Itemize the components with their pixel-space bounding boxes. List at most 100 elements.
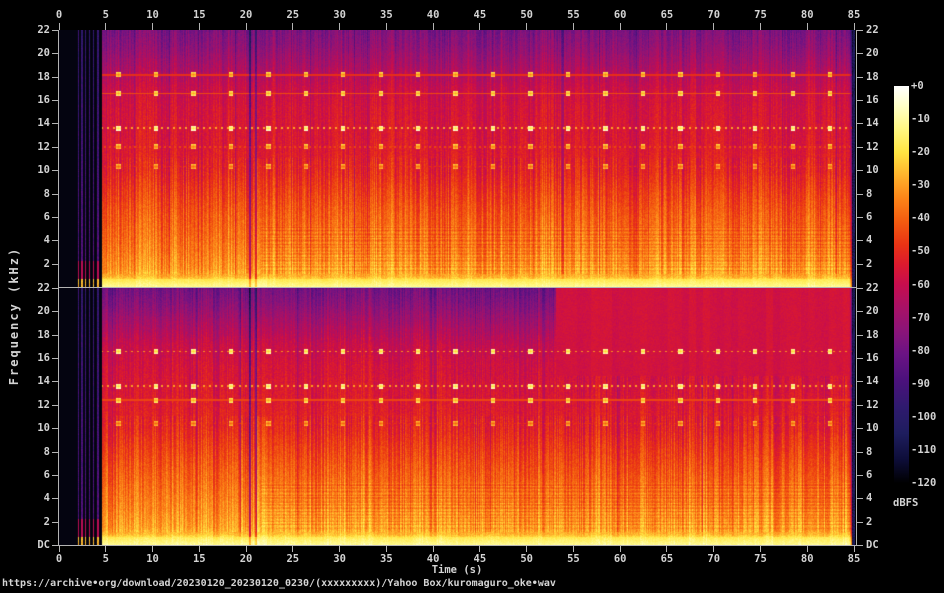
time-tick xyxy=(526,546,528,552)
time-tick xyxy=(853,546,855,552)
time-tick xyxy=(198,546,200,552)
freq-tick xyxy=(857,217,863,218)
freq-tick xyxy=(52,358,58,359)
freq-tick-label: 10 xyxy=(37,422,50,434)
time-tick xyxy=(759,546,761,552)
colorbar-tick-label: +0 xyxy=(911,80,924,92)
freq-tick-label: 8 xyxy=(866,188,873,200)
freq-tick xyxy=(857,475,863,476)
time-tick xyxy=(432,546,434,552)
freq-tick-label: 2 xyxy=(43,516,50,528)
freq-tick-label: 14 xyxy=(37,375,50,387)
time-tick xyxy=(713,546,715,552)
time-tick-label: 50 xyxy=(520,9,533,21)
colorbar-tick-label: -40 xyxy=(911,212,930,225)
colorbar-tick-label: -20 xyxy=(911,146,930,159)
freq-tick xyxy=(857,77,863,78)
time-tick-label: 50 xyxy=(520,553,533,565)
freq-tick xyxy=(52,452,58,453)
time-tick xyxy=(759,23,761,30)
freq-tick-label: 22 xyxy=(866,282,879,294)
freq-tick xyxy=(52,475,58,476)
time-tick-label: 85 xyxy=(847,553,861,565)
freq-tick xyxy=(52,170,58,171)
freq-tick-label: 18 xyxy=(37,329,50,341)
time-tick-label: 70 xyxy=(707,553,721,565)
time-tick-label: 30 xyxy=(333,9,346,21)
freq-tick-label: 8 xyxy=(43,446,50,458)
time-tick-label: 65 xyxy=(660,553,674,565)
time-tick xyxy=(245,23,247,30)
spectrogram-channel-upper xyxy=(59,30,855,287)
freq-tick-label: DC xyxy=(866,539,879,551)
freq-tick xyxy=(52,428,58,429)
time-tick xyxy=(292,23,294,30)
colorbar-tick-label: -110 xyxy=(911,443,937,456)
x-axis-title: Time (s) xyxy=(431,564,483,576)
time-tick xyxy=(152,23,154,30)
freq-tick xyxy=(52,335,58,336)
time-tick xyxy=(619,23,621,30)
freq-tick xyxy=(52,217,58,218)
time-tick-label: 10 xyxy=(146,553,159,565)
freq-tick xyxy=(52,522,58,523)
time-tick xyxy=(58,23,60,30)
freq-tick xyxy=(857,240,863,241)
time-tick-label: 0 xyxy=(55,553,63,565)
time-tick xyxy=(806,23,808,30)
freq-tick-label: 20 xyxy=(37,47,50,59)
freq-tick-label: 6 xyxy=(866,211,873,223)
freq-tick-label: 6 xyxy=(43,211,50,223)
freq-tick xyxy=(857,522,863,523)
time-tick-label: 10 xyxy=(146,9,159,21)
time-tick-label: 80 xyxy=(800,553,814,565)
time-tick xyxy=(152,546,154,552)
time-tick-label: 20 xyxy=(239,553,253,565)
time-tick-label: 0 xyxy=(55,9,63,21)
time-tick xyxy=(526,23,528,30)
freq-tick xyxy=(52,311,58,312)
freq-tick xyxy=(52,240,58,241)
freq-tick xyxy=(857,123,863,124)
freq-tick-label: 12 xyxy=(37,399,50,411)
time-tick-label: 80 xyxy=(800,9,814,21)
time-tick xyxy=(245,546,247,552)
freq-tick-label: 10 xyxy=(866,164,879,176)
time-tick xyxy=(666,546,668,552)
freq-tick xyxy=(52,545,58,546)
freq-tick-label: 16 xyxy=(866,94,879,106)
freq-tick-label: 12 xyxy=(37,141,50,153)
time-tick-label: 65 xyxy=(660,9,674,21)
freq-tick xyxy=(857,381,863,382)
colorbar-tick-label: -50 xyxy=(911,245,930,258)
time-tick-label: 85 xyxy=(847,9,861,21)
freq-tick-label: 22 xyxy=(37,282,50,294)
freq-tick-label: 4 xyxy=(866,492,873,504)
freq-tick-label: 4 xyxy=(43,234,50,246)
freq-tick-label: 4 xyxy=(866,234,873,246)
time-tick xyxy=(198,23,200,30)
time-tick xyxy=(432,23,434,30)
freq-tick-label: 16 xyxy=(37,94,50,106)
freq-tick xyxy=(52,405,58,406)
freq-tick xyxy=(857,405,863,406)
freq-tick-label: 18 xyxy=(37,71,50,83)
time-tick xyxy=(58,546,60,552)
time-tick xyxy=(619,546,621,552)
spectrogram-channel-lower xyxy=(59,288,855,545)
time-tick-label: 15 xyxy=(192,9,206,21)
time-tick xyxy=(853,23,855,30)
freq-tick xyxy=(857,147,863,148)
freq-tick-label: 10 xyxy=(37,164,50,176)
freq-tick-label: 10 xyxy=(866,422,879,434)
freq-tick-label: 6 xyxy=(866,469,873,481)
colorbar-tick-label: -30 xyxy=(911,179,930,192)
freq-tick xyxy=(857,288,863,289)
freq-tick xyxy=(52,123,58,124)
freq-tick xyxy=(52,30,58,31)
time-tick xyxy=(292,546,294,552)
time-tick-label: 20 xyxy=(239,9,253,21)
freq-tick xyxy=(52,381,58,382)
time-tick xyxy=(385,546,387,552)
freq-tick-label: 8 xyxy=(43,188,50,200)
